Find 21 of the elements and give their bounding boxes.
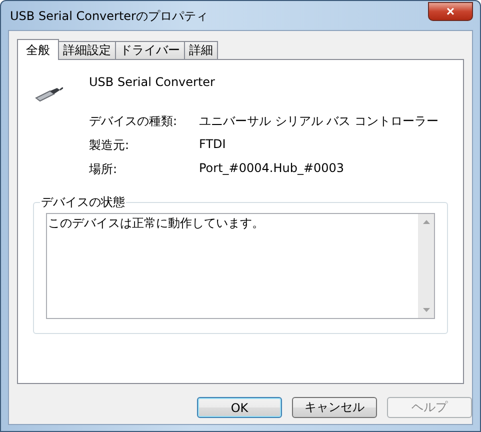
tab[interactable]: 詳細: [184, 41, 218, 59]
dialog-button[interactable]: キャンセル: [292, 397, 377, 418]
dialog-button[interactable]: OK: [197, 397, 282, 418]
property-label: 場所:: [89, 161, 118, 178]
property-label: デバイスの種類:: [89, 113, 178, 130]
tab[interactable]: 詳細設定: [58, 41, 116, 59]
tab[interactable]: ドライバー: [115, 41, 185, 59]
close-button[interactable]: ×: [428, 2, 473, 21]
property-label: 製造元:: [89, 137, 130, 154]
tab[interactable]: 全般: [17, 39, 59, 60]
status-text-field[interactable]: このデバイスは正常に動作しています。: [46, 213, 435, 319]
property-value: FTDI: [199, 137, 226, 153]
window-title: USB Serial Converterのプロパティ: [10, 8, 208, 25]
status-text: このデバイスは正常に動作しています。: [47, 215, 264, 232]
scroll-up-icon[interactable]: [422, 220, 430, 224]
property-value: ユニバーサル シリアル バス コントローラー: [199, 113, 438, 130]
scroll-down-icon[interactable]: [422, 308, 430, 312]
group-title: デバイスの状態: [40, 194, 126, 211]
scrollbar[interactable]: [418, 214, 434, 318]
device-name: USB Serial Converter: [89, 75, 215, 89]
property-value: Port_#0004.Hub_#0003: [199, 161, 344, 177]
